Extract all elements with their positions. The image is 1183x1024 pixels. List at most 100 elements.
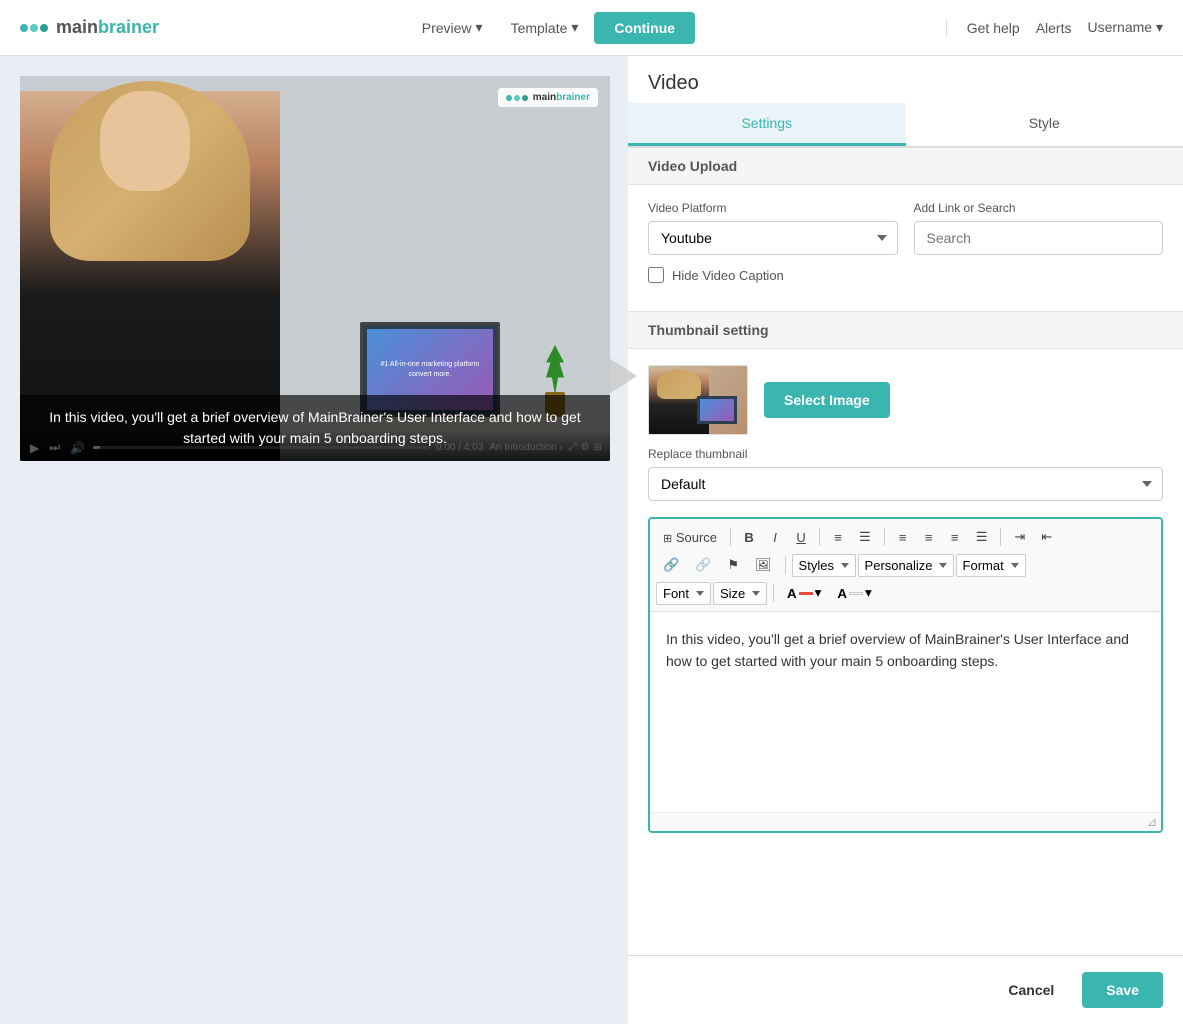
arrow-right-icon bbox=[609, 358, 637, 394]
rte-bold-button[interactable]: B bbox=[737, 526, 761, 549]
rte-indent-button[interactable]: ⇥ bbox=[1007, 525, 1032, 549]
font-color-swatch bbox=[799, 592, 813, 595]
replace-thumbnail-select[interactable]: Default Custom bbox=[648, 467, 1163, 501]
panel-title: Video bbox=[628, 56, 1183, 103]
right-panel: Video Settings Style Video Upload Video … bbox=[628, 56, 1183, 1024]
platform-field-group: Video Platform Youtube Vimeo Custom bbox=[648, 201, 898, 255]
main-layout: #1 All-in-one marketing platform convert… bbox=[0, 56, 1183, 1024]
logo-dot-3 bbox=[40, 24, 48, 32]
rte-align-center-button[interactable]: ≡ bbox=[917, 526, 941, 549]
left-panel: #1 All-in-one marketing platform convert… bbox=[0, 56, 628, 1024]
source-icon: ⊞ bbox=[663, 533, 672, 545]
header-right: Get help Alerts Username ▾ bbox=[946, 19, 1163, 36]
search-field-group: Add Link or Search bbox=[914, 201, 1164, 255]
rte-toolbar: ⊞ Source B I U ≡ ☰ ≡ ≡ ≡ ☰ ⇥ bbox=[650, 519, 1161, 612]
rte-bg-color-button[interactable]: A ▾ bbox=[830, 581, 878, 605]
transition-arrow bbox=[598, 351, 648, 401]
rte-unlink-button[interactable]: 🔗 bbox=[688, 553, 718, 577]
monitor-text: #1 All-in-one marketing platform convert… bbox=[373, 360, 487, 378]
rte-content-area[interactable]: In this video, you'll get a brief overvi… bbox=[650, 612, 1161, 812]
bg-color-chevron: ▾ bbox=[865, 585, 872, 601]
rte-unordered-list-button[interactable]: ☰ bbox=[852, 525, 878, 549]
video-platform-select[interactable]: Youtube Vimeo Custom bbox=[648, 221, 898, 255]
plant-leaves bbox=[540, 345, 570, 395]
rte-personalize-select[interactable]: Personalize bbox=[858, 554, 954, 577]
font-color-label: A bbox=[787, 586, 797, 601]
rte-align-left-button[interactable]: ≡ bbox=[891, 526, 915, 549]
thumb-hair bbox=[657, 369, 701, 399]
save-button[interactable]: Save bbox=[1082, 972, 1163, 1008]
select-image-button[interactable]: Select Image bbox=[764, 382, 890, 418]
platform-search-row: Video Platform Youtube Vimeo Custom Add … bbox=[648, 201, 1163, 255]
font-color-chevron: ▾ bbox=[815, 585, 822, 601]
rte-separator-2 bbox=[819, 528, 820, 546]
hide-caption-checkbox[interactable] bbox=[648, 267, 664, 283]
rte-separator-6 bbox=[773, 584, 774, 602]
rte-toolbar-row-2: 🔗 🔗 ⚑ 🖼 Styles Personalize Format bbox=[656, 551, 1155, 579]
settings-tabs: Settings Style bbox=[628, 103, 1183, 147]
thumbnail-section-header: Thumbnail setting bbox=[628, 311, 1183, 349]
thumbnail-section-body: Select Image Replace thumbnail Default C… bbox=[628, 349, 1183, 517]
rte-flag-button[interactable]: ⚑ bbox=[720, 553, 746, 577]
rte-source-button[interactable]: ⊞ Source bbox=[656, 526, 724, 549]
alerts-button[interactable]: Alerts bbox=[1036, 20, 1072, 36]
rte-image-button[interactable]: 🖼 bbox=[748, 553, 779, 577]
rte-separator-4 bbox=[1000, 528, 1001, 546]
preview-button[interactable]: Preview ▾ bbox=[410, 13, 495, 42]
rte-resize-handle[interactable]: ⊿ bbox=[650, 812, 1161, 831]
video-upload-section-body: Video Platform Youtube Vimeo Custom Add … bbox=[628, 185, 1183, 311]
thumb-screen bbox=[700, 399, 734, 421]
bg-color-swatch bbox=[849, 592, 863, 595]
cancel-button[interactable]: Cancel bbox=[992, 972, 1070, 1008]
rte-ordered-list-button[interactable]: ≡ bbox=[826, 526, 850, 549]
logo-dot-2 bbox=[30, 24, 38, 32]
thumbnail-preview bbox=[648, 365, 748, 435]
thumbnail-row: Select Image bbox=[648, 365, 1163, 435]
panel-footer: Cancel Save bbox=[628, 955, 1183, 1024]
rte-font-select[interactable]: Font bbox=[656, 582, 711, 605]
video-face bbox=[100, 91, 190, 191]
rte-align-right-button[interactable]: ≡ bbox=[943, 526, 967, 549]
rte-align-justify-button[interactable]: ☰ bbox=[969, 525, 995, 549]
tab-settings[interactable]: Settings bbox=[628, 103, 906, 146]
rich-text-editor: ⊞ Source B I U ≡ ☰ ≡ ≡ ≡ ☰ ⇥ bbox=[648, 517, 1163, 833]
rte-link-button[interactable]: 🔗 bbox=[656, 553, 686, 577]
rte-separator-3 bbox=[884, 528, 885, 546]
hide-caption-label: Hide Video Caption bbox=[672, 268, 784, 283]
bg-color-label: A bbox=[837, 586, 847, 601]
resize-icon: ⊿ bbox=[1147, 815, 1157, 829]
rte-italic-button[interactable]: I bbox=[763, 526, 787, 549]
rte-separator-1 bbox=[730, 528, 731, 546]
username-button[interactable]: Username ▾ bbox=[1087, 19, 1163, 36]
logo-main-text: main bbox=[56, 17, 98, 37]
rte-separator-5 bbox=[785, 556, 786, 574]
logo[interactable]: mainbrainer bbox=[20, 17, 159, 38]
rte-font-color-button[interactable]: A ▾ bbox=[780, 581, 828, 605]
rte-format-select[interactable]: Format bbox=[956, 554, 1026, 577]
rte-toolbar-row-1: ⊞ Source B I U ≡ ☰ ≡ ≡ ≡ ☰ ⇥ bbox=[656, 523, 1155, 551]
chevron-down-icon: ▾ bbox=[476, 19, 483, 36]
video-upload-section-header: Video Upload bbox=[628, 147, 1183, 185]
search-label: Add Link or Search bbox=[914, 201, 1164, 215]
rte-toolbar-row-3: Font Size A ▾ A ▾ bbox=[656, 579, 1155, 607]
video-logo-overlay: mainbrainer bbox=[498, 88, 598, 107]
template-button[interactable]: Template ▾ bbox=[499, 13, 591, 42]
video-container: #1 All-in-one marketing platform convert… bbox=[20, 76, 610, 461]
rte-size-select[interactable]: Size bbox=[713, 582, 767, 605]
rte-styles-select[interactable]: Styles bbox=[792, 554, 856, 577]
chevron-down-icon: ▾ bbox=[571, 19, 578, 36]
hide-caption-row: Hide Video Caption bbox=[648, 267, 1163, 283]
continue-button[interactable]: Continue bbox=[594, 12, 695, 44]
logo-brainer-text: brainer bbox=[98, 17, 159, 37]
rte-outdent-button[interactable]: ⇤ bbox=[1034, 525, 1059, 549]
thumb-monitor bbox=[697, 396, 737, 424]
get-help-button[interactable]: Get help bbox=[967, 20, 1020, 36]
rte-underline-button[interactable]: U bbox=[789, 526, 813, 549]
nav-center: Preview ▾ Template ▾ Continue bbox=[179, 12, 926, 44]
tab-style[interactable]: Style bbox=[906, 103, 1183, 146]
chevron-down-icon: ▾ bbox=[1156, 19, 1163, 35]
app-header: mainbrainer Preview ▾ Template ▾ Continu… bbox=[0, 0, 1183, 56]
search-input[interactable] bbox=[914, 221, 1164, 255]
replace-thumbnail-label: Replace thumbnail bbox=[648, 447, 1163, 461]
platform-label: Video Platform bbox=[648, 201, 898, 215]
